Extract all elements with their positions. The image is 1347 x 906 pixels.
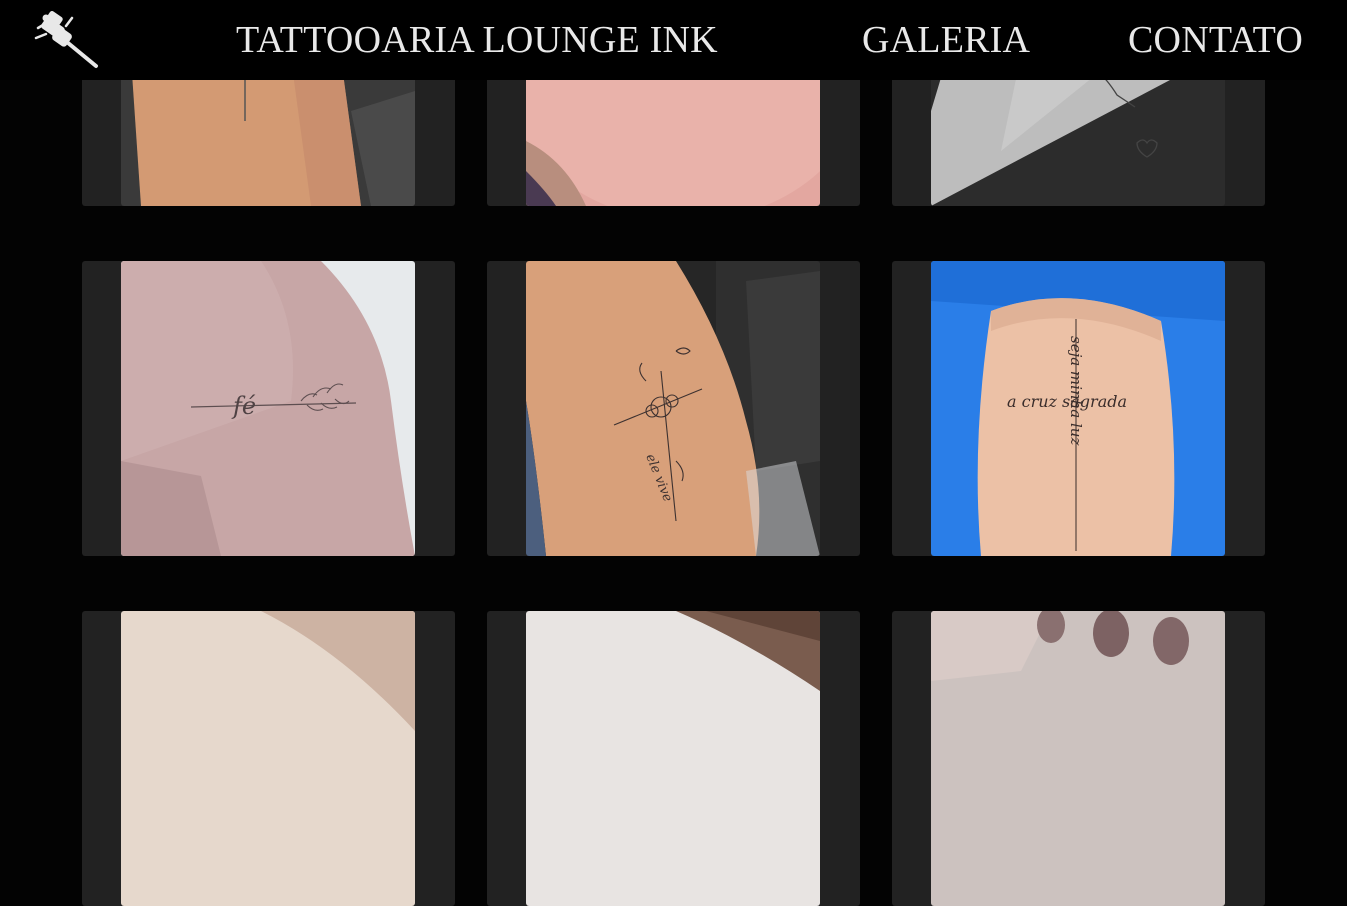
- gallery-card[interactable]: [892, 611, 1265, 906]
- nav-contato-link[interactable]: CONTATO: [1128, 18, 1303, 62]
- gallery-card[interactable]: a cruz sagrada seja minha luz: [892, 261, 1265, 556]
- gallery-image[interactable]: a cruz sagrada seja minha luz: [931, 261, 1225, 556]
- gallery-image[interactable]: [526, 611, 820, 906]
- tattoo-script-cruz-v: seja minha luz: [1067, 336, 1085, 445]
- tattoo-script-fe: fé: [231, 392, 256, 420]
- gallery-card[interactable]: ele vive: [487, 261, 860, 556]
- gallery-card[interactable]: fé: [82, 261, 455, 556]
- top-navbar: TATTOOARIA LOUNGE INK GALERIA CONTATO: [0, 0, 1347, 80]
- gallery-image[interactable]: [121, 611, 415, 906]
- nav-galeria-link[interactable]: GALERIA: [862, 18, 1030, 62]
- tattoo-machine-icon[interactable]: [32, 8, 100, 70]
- gallery-image[interactable]: ele vive: [526, 261, 820, 556]
- gallery-card[interactable]: [82, 611, 455, 906]
- gallery-image[interactable]: [931, 611, 1225, 906]
- gallery-card[interactable]: [487, 611, 860, 906]
- gallery-image[interactable]: fé: [121, 261, 415, 556]
- brand-link[interactable]: TATTOOARIA LOUNGE INK: [236, 18, 718, 62]
